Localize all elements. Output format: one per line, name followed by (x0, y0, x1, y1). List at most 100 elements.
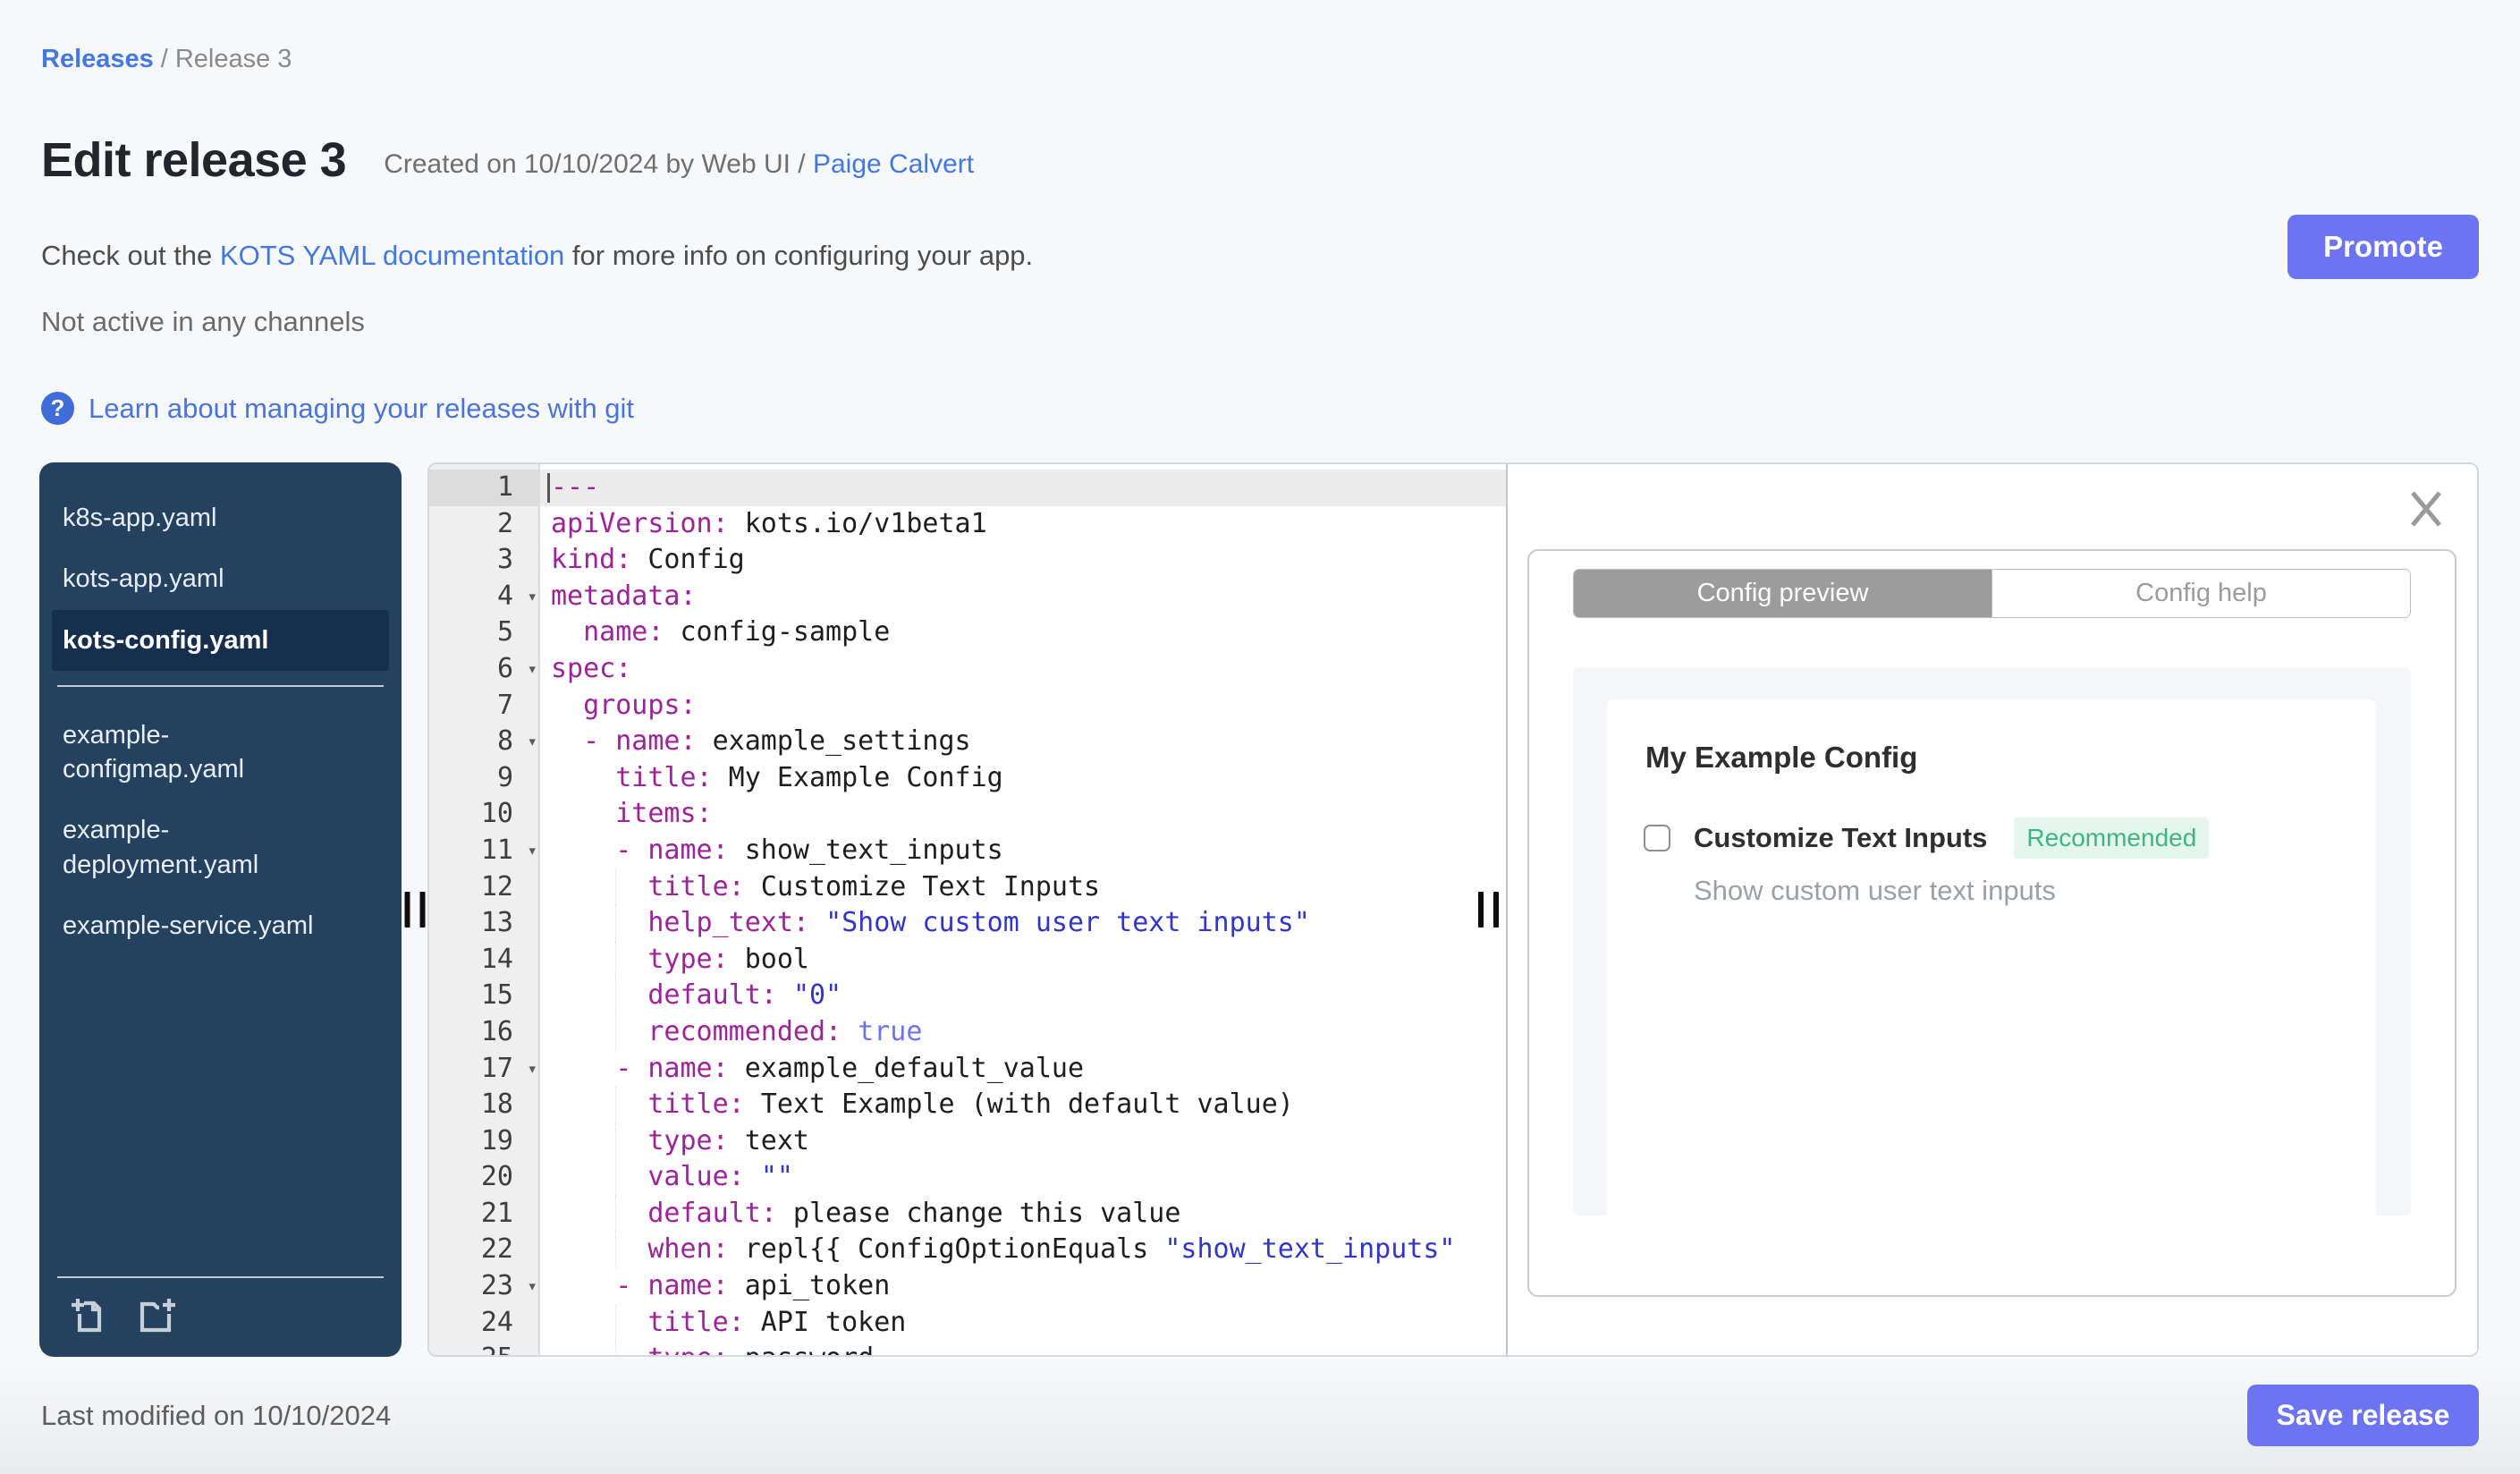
code-text[interactable]: apiVersion: kots.io/v1beta1 (540, 506, 1506, 543)
fold-caret-icon[interactable]: ▾ (528, 1051, 537, 1088)
sidebar-file-kots-config.yaml[interactable]: kots-config.yaml (52, 609, 389, 671)
line-number: 21 (480, 1197, 513, 1229)
git-help-link[interactable]: Learn about managing your releases with … (89, 393, 634, 425)
code-text[interactable]: value: "" (540, 1159, 1506, 1196)
code-line-16[interactable]: 16 recommended: true (429, 1013, 1506, 1051)
config-item-label: Customize Text Inputs (1694, 822, 1988, 853)
code-line-7[interactable]: 7 groups: (429, 688, 1506, 724)
code-text[interactable]: metadata: (540, 579, 1506, 615)
code-line-6[interactable]: 6 ▾ spec: (429, 651, 1506, 688)
fold-caret-icon[interactable]: ▾ (528, 579, 537, 615)
tab-config-preview[interactable]: Config preview (1574, 570, 1991, 617)
breadcrumb-separator: / (160, 45, 168, 73)
pane-resize-handle-right[interactable] (1478, 892, 1499, 928)
code-editor[interactable]: 1 --- 2 apiVersion: kots.io/v1beta1 3 kind: C… (429, 464, 1506, 1355)
code-line-14[interactable]: 14 type: bool (429, 941, 1506, 978)
code-line-24[interactable]: 24 title: API token (429, 1304, 1506, 1342)
code-text[interactable]: title: Text Example (with default value) (540, 1087, 1506, 1123)
sidebar-file-example-deployment.yaml[interactable]: example-deployment.yaml (52, 800, 389, 895)
code-text[interactable]: title: My Example Config (540, 760, 1506, 797)
line-number: 24 (480, 1306, 513, 1338)
code-text[interactable]: - name: show_text_inputs (540, 833, 1506, 869)
last-modified-text: Last modified on 10/10/2024 (41, 1399, 392, 1431)
code-line-19[interactable]: 19 type: text (429, 1122, 1506, 1160)
close-panel-button[interactable] (2406, 487, 2447, 529)
code-line-20[interactable]: 20 value: "" (429, 1159, 1506, 1196)
fold-caret-icon[interactable]: ▾ (528, 651, 537, 688)
code-line-1[interactable]: 1 --- (429, 470, 1506, 506)
code-text[interactable]: type: text (540, 1122, 1506, 1160)
code-text[interactable]: default: "0" (540, 978, 1506, 1014)
code-text[interactable]: type: password (540, 1341, 1506, 1355)
new-file-icon[interactable] (66, 1294, 109, 1337)
config-group-title: My Example Config (1645, 741, 1918, 774)
code-line-21[interactable]: 21 default: please change this value (429, 1195, 1506, 1233)
created-author-link[interactable]: Paige Calvert (813, 149, 974, 179)
code-text[interactable]: default: please change this value (540, 1195, 1506, 1233)
code-line-4[interactable]: 4 ▾ metadata: (429, 579, 1506, 615)
code-text[interactable]: title: Customize Text Inputs (540, 868, 1506, 906)
created-text: Created on 10/10/2024 by Web UI / (384, 149, 806, 180)
sidebar-file-example-service.yaml[interactable]: example-service.yaml (52, 895, 389, 956)
line-number: 10 (480, 798, 513, 830)
git-help-row[interactable]: ? Learn about managing your releases wit… (41, 392, 634, 425)
code-text[interactable]: - name: example_settings (540, 724, 1506, 760)
code-line-18[interactable]: 18 title: Text Example (with default val… (429, 1087, 1506, 1123)
code-line-9[interactable]: 9 title: My Example Config (429, 760, 1506, 797)
fold-caret-icon[interactable]: ▾ (528, 833, 537, 869)
line-number: 3 (496, 544, 513, 576)
breadcrumb-releases-link[interactable]: Releases (41, 45, 154, 73)
code-line-17[interactable]: 17 ▾ - name: example_default_value (429, 1051, 1506, 1088)
promote-button[interactable]: Promote (2287, 215, 2479, 279)
code-text[interactable]: items: (540, 796, 1506, 833)
code-text[interactable]: spec: (540, 651, 1506, 688)
code-text[interactable]: recommended: true (540, 1013, 1506, 1051)
tab-config-help[interactable]: Config help (1991, 570, 2410, 617)
code-text[interactable]: when: repl{{ ConfigOptionEquals "show_te… (540, 1232, 1506, 1268)
code-line-13[interactable]: 13 help_text: "Show custom user text inp… (429, 905, 1506, 942)
code-text[interactable]: type: bool (540, 941, 1506, 978)
save-release-button[interactable]: Save release (2247, 1385, 2479, 1446)
code-text[interactable]: help_text: "Show custom user text inputs… (540, 905, 1506, 942)
sidebar-file-kots-app.yaml[interactable]: kots-app.yaml (52, 548, 389, 609)
code-text[interactable]: - name: api_token (540, 1268, 1506, 1305)
config-preview-area: My Example Config Customize Text Inputs … (1573, 667, 2411, 1216)
code-line-23[interactable]: 23 ▾ - name: api_token (429, 1268, 1506, 1305)
line-number: 2 (496, 507, 513, 539)
pane-resize-handle-left[interactable] (404, 892, 425, 928)
config-checkbox[interactable] (1644, 825, 1670, 851)
code-line-25[interactable]: 25 type: password (429, 1341, 1506, 1355)
line-number: 16 (480, 1015, 513, 1047)
config-preview-card: Config preview Config help My Example Con… (1527, 549, 2457, 1297)
sidebar-file-k8s-app.yaml[interactable]: k8s-app.yaml (52, 487, 389, 548)
code-line-22[interactable]: 22 when: repl{{ ConfigOptionEquals "show… (429, 1232, 1506, 1268)
fold-caret-icon[interactable]: ▾ (528, 724, 537, 760)
line-number: 20 (480, 1161, 513, 1193)
sidebar-file-example-configmap.yaml[interactable]: example-configmap.yaml (52, 705, 389, 801)
code-text[interactable]: - name: example_default_value (540, 1051, 1506, 1088)
code-line-12[interactable]: 12 title: Customize Text Inputs (429, 868, 1506, 906)
code-text[interactable]: name: config-sample (540, 614, 1506, 651)
new-folder-icon[interactable] (134, 1294, 177, 1337)
fold-caret-icon[interactable]: ▾ (528, 1268, 537, 1305)
code-line-15[interactable]: 15 default: "0" (429, 978, 1506, 1014)
code-line-2[interactable]: 2 apiVersion: kots.io/v1beta1 (429, 506, 1506, 543)
code-text[interactable]: --- (540, 470, 1506, 506)
code-line-8[interactable]: 8 ▾ - name: example_settings (429, 724, 1506, 760)
code-line-11[interactable]: 11 ▾ - name: show_text_inputs (429, 833, 1506, 869)
kots-docs-link[interactable]: KOTS YAML documentation (220, 240, 564, 271)
code-text[interactable]: groups: (540, 688, 1506, 724)
code-text[interactable]: title: API token (540, 1304, 1506, 1342)
code-line-3[interactable]: 3 kind: Config (429, 542, 1506, 579)
code-lines: 1 --- 2 apiVersion: kots.io/v1beta1 3 kind: C… (429, 464, 1506, 1355)
line-number: 6 ▾ (429, 651, 540, 688)
line-number: 23 ▾ (429, 1268, 540, 1305)
code-line-10[interactable]: 10 items: (429, 796, 1506, 833)
code-line-5[interactable]: 5 name: config-sample (429, 614, 1506, 651)
created-info: Created on 10/10/2024 by Web UI / Paige … (384, 149, 974, 188)
title-row: Edit release 3 Created on 10/10/2024 by … (41, 132, 974, 188)
line-number: 4 ▾ (429, 579, 540, 615)
code-text[interactable]: kind: Config (540, 542, 1506, 579)
question-icon[interactable]: ? (41, 392, 74, 425)
